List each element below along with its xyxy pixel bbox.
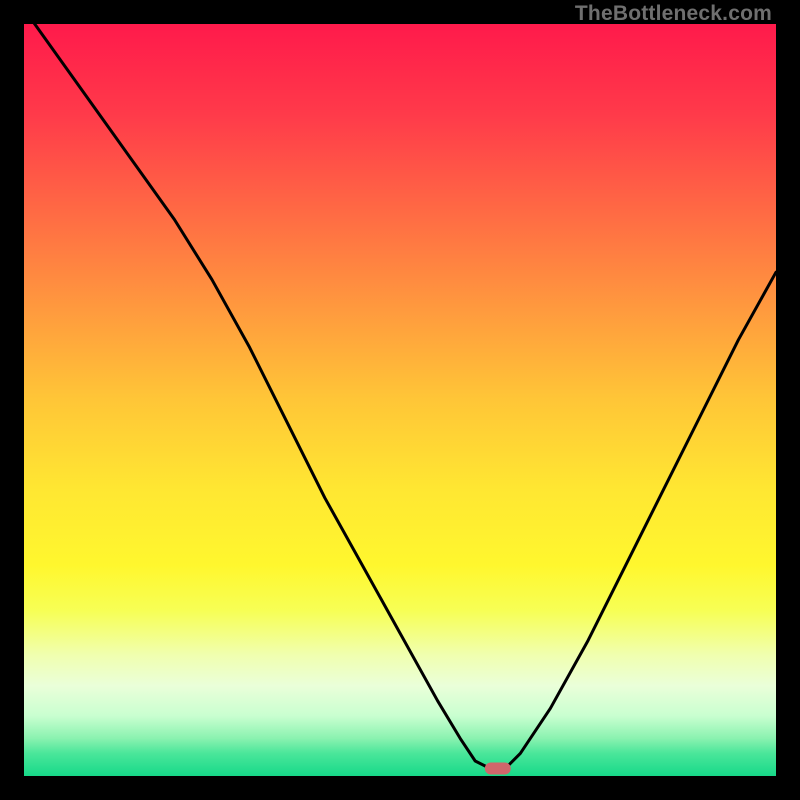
plot-area xyxy=(24,24,776,776)
bottleneck-plot xyxy=(24,24,776,776)
watermark-text: TheBottleneck.com xyxy=(575,2,772,26)
sweet-spot-marker xyxy=(485,763,511,775)
gradient-background xyxy=(24,24,776,776)
chart-frame: TheBottleneck.com xyxy=(0,0,800,800)
